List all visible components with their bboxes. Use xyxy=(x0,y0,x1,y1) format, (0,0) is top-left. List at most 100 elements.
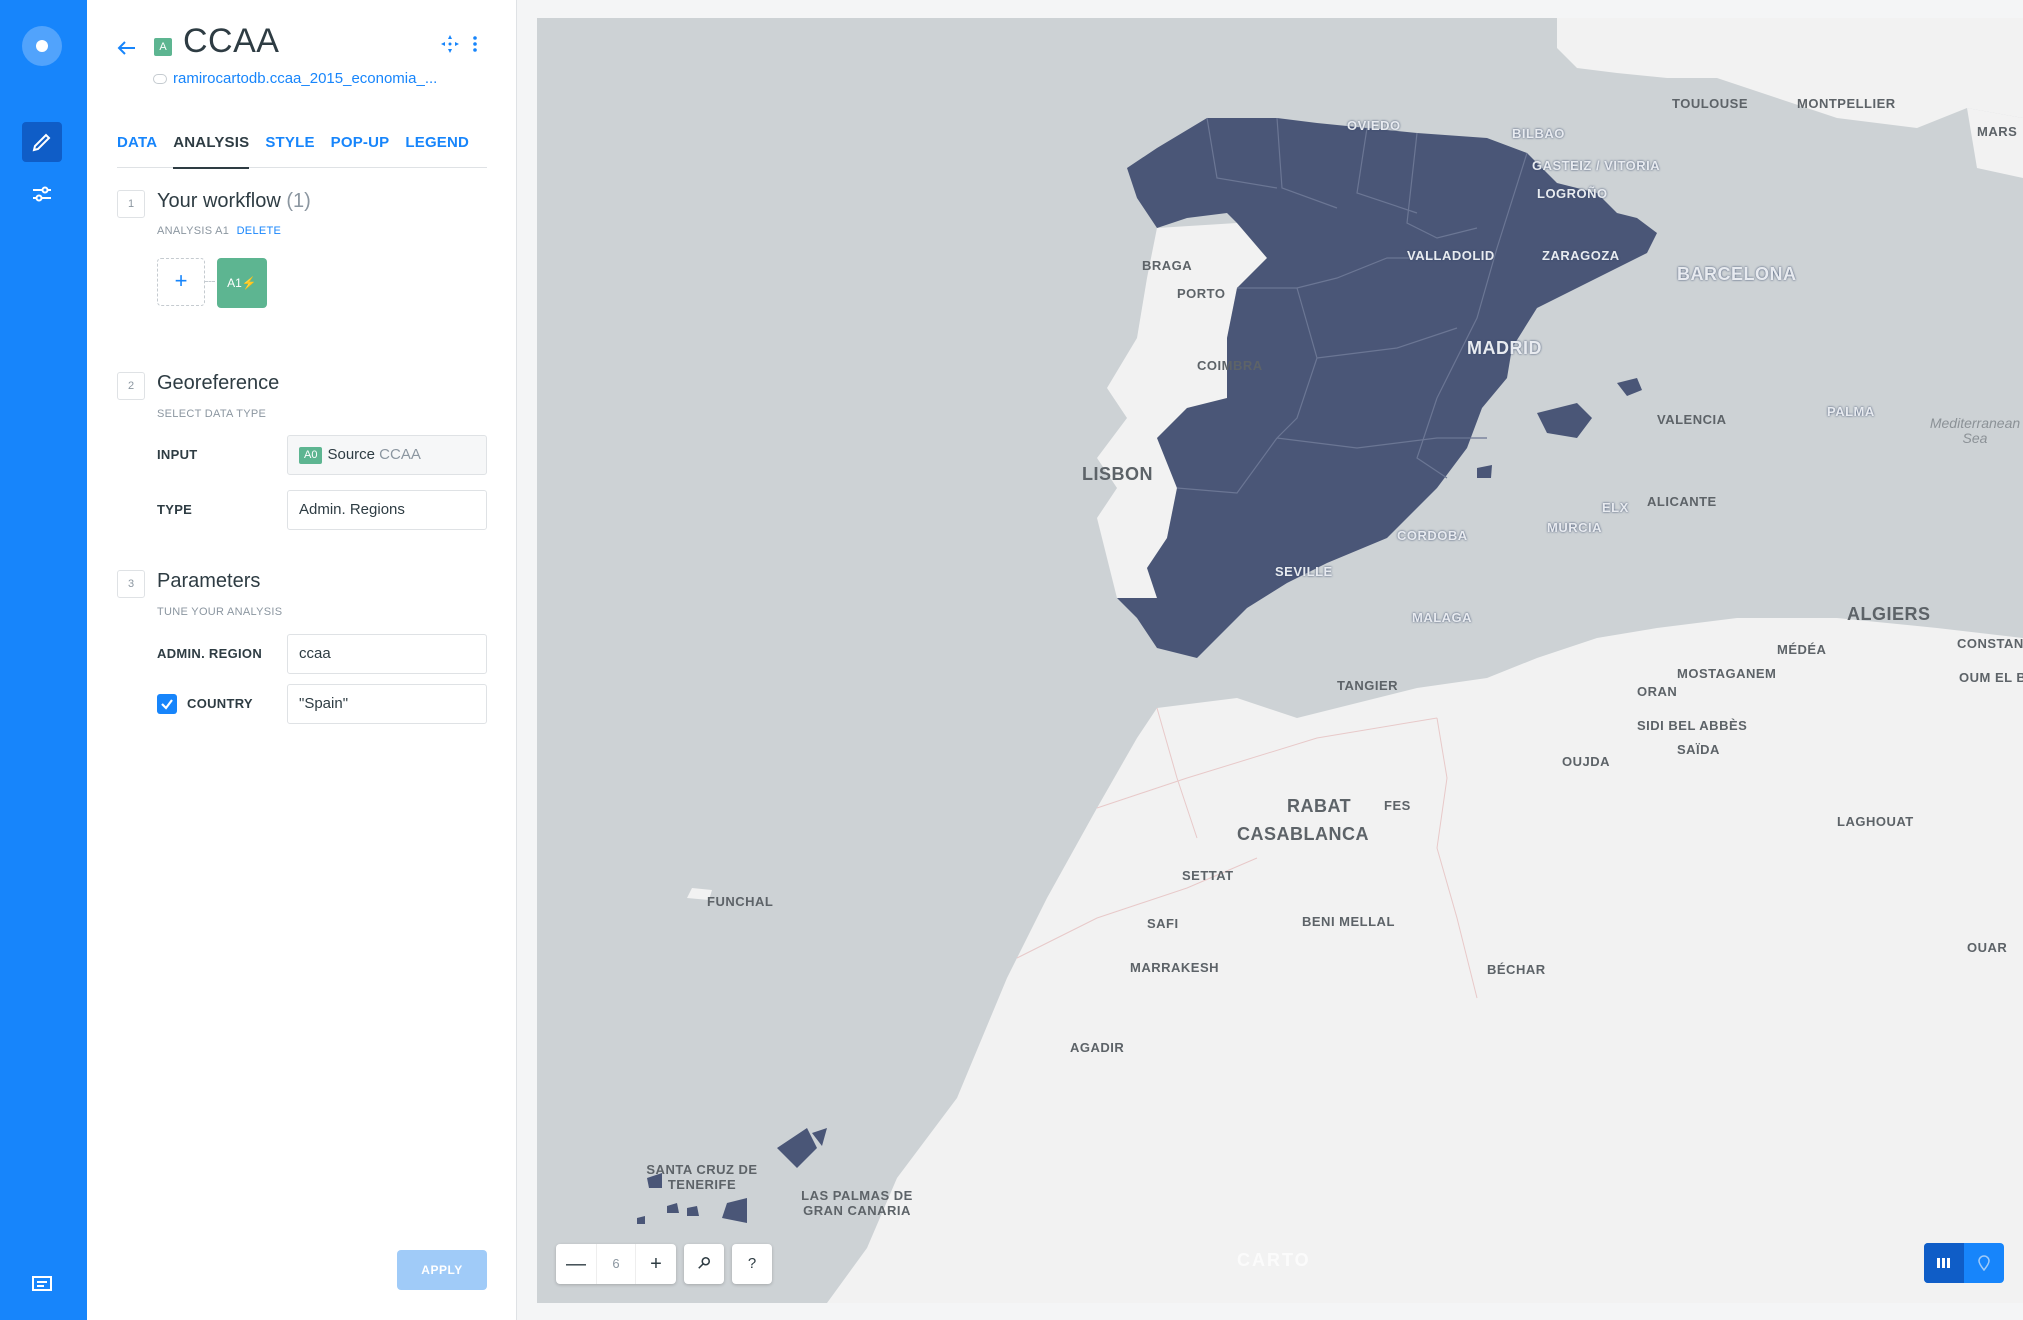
input-label: INPUT xyxy=(157,447,198,462)
city-label: MARS xyxy=(1977,124,2018,139)
city-label: VALENCIA xyxy=(1657,412,1727,427)
city-label: PALMA xyxy=(1827,404,1875,419)
city-label: SEVILLE xyxy=(1275,564,1333,579)
step-number: 3 xyxy=(117,570,145,598)
city-label: MALAGA xyxy=(1412,610,1473,625)
zoom-in-button[interactable]: + xyxy=(636,1244,676,1284)
city-label: SAFI xyxy=(1147,916,1179,931)
city-label: BÉCHAR xyxy=(1487,962,1546,977)
city-label: BENI MELLAL xyxy=(1302,914,1395,929)
zoom-control: — 6 + xyxy=(556,1244,676,1284)
city-label: LAS PALMAS DE GRAN CANARIA xyxy=(801,1188,913,1218)
admin-region-input[interactable]: ccaa xyxy=(287,634,487,674)
parameters-subtitle: TUNE YOUR ANALYSIS xyxy=(157,606,283,618)
layer-letter-badge: A xyxy=(154,38,172,56)
view-mode-toggle xyxy=(1924,1243,2004,1283)
lightning-icon: ⚡ xyxy=(241,276,257,290)
help-button[interactable]: ? xyxy=(732,1244,772,1284)
search-icon[interactable] xyxy=(684,1244,724,1284)
map-canvas[interactable]: TOULOUSE MONTPELLIER MARS OVIEDO BILBAO … xyxy=(537,18,2023,1303)
tab-style[interactable]: STYLE xyxy=(265,134,314,168)
city-label: OUM EL BO xyxy=(1959,670,2023,685)
city-label: MADRID xyxy=(1467,338,1542,358)
city-label: TANGIER xyxy=(1337,678,1399,693)
add-analysis-button[interactable]: + xyxy=(157,258,205,306)
city-label: BARCELONA xyxy=(1677,264,1797,284)
type-select[interactable]: Admin. Regions xyxy=(287,490,487,530)
more-options-icon[interactable] xyxy=(472,34,478,59)
settings-sliders-icon[interactable] xyxy=(22,174,62,214)
city-label: VALLADOLID xyxy=(1407,248,1495,263)
back-arrow-icon[interactable] xyxy=(115,36,139,60)
admin-region-label: ADMIN. REGION xyxy=(157,646,263,661)
city-label: PORTO xyxy=(1177,286,1226,301)
city-label: SANTA CRUZ DE TENERIFE xyxy=(646,1162,758,1192)
zoom-level: 6 xyxy=(596,1244,636,1284)
parameters-title: Parameters xyxy=(157,570,261,592)
dataset-source-text[interactable]: ramirocartodb.ccaa_2015_economia_... xyxy=(173,70,437,87)
edit-pencil-icon[interactable] xyxy=(22,122,62,162)
city-label: MONTPELLIER xyxy=(1797,96,1896,111)
city-label: OUAR xyxy=(1967,940,2008,955)
tab-legend[interactable]: LEGEND xyxy=(405,134,469,168)
city-label: CONSTANT xyxy=(1957,636,2023,651)
city-label: BRAGA xyxy=(1142,258,1193,273)
dataset-source-link[interactable]: ramirocartodb.ccaa_2015_economia_... xyxy=(153,70,437,87)
table-view-icon[interactable] xyxy=(1924,1243,1964,1283)
city-label: ALICANTE xyxy=(1647,494,1717,509)
country-label: COUNTRY xyxy=(187,696,253,711)
analysis-caption: ANALYSIS A1 DELETE xyxy=(157,225,281,237)
link-icon xyxy=(153,73,167,84)
georeference-title: Georeference xyxy=(157,372,280,394)
sea-label: Mediterranean Sea xyxy=(1929,415,2021,446)
center-map-icon[interactable] xyxy=(440,34,460,59)
input-source-field: A0 Source CCAA xyxy=(287,435,487,475)
city-label: FUNCHAL xyxy=(707,894,774,909)
city-label: BILBAO xyxy=(1512,126,1565,141)
delete-analysis-link[interactable]: DELETE xyxy=(237,225,282,237)
city-label: ALGIERS xyxy=(1847,604,1931,624)
city-label: MURCIA xyxy=(1547,520,1602,535)
city-label: SAÏDA xyxy=(1677,742,1720,757)
city-label: GASTEIZ / VITORIA xyxy=(1532,158,1661,173)
city-label: CASABLANCA xyxy=(1237,824,1369,844)
step-number: 2 xyxy=(117,372,145,400)
city-label: MARRAKESH xyxy=(1130,960,1219,975)
chat-feedback-icon[interactable] xyxy=(22,1264,62,1304)
analysis-node-a1[interactable]: A1⚡ xyxy=(217,258,267,308)
basemap xyxy=(537,18,2023,1303)
step-number: 1 xyxy=(117,190,145,218)
carto-logo-icon[interactable] xyxy=(22,26,62,66)
country-checkbox[interactable] xyxy=(157,694,177,714)
city-label: ELX xyxy=(1602,500,1629,515)
layer-title[interactable]: CCAA xyxy=(183,22,279,61)
city-label: OUJDA xyxy=(1562,754,1611,769)
zoom-out-button[interactable]: — xyxy=(556,1244,596,1284)
city-label: LISBON xyxy=(1082,464,1154,484)
map-pin-icon[interactable] xyxy=(1964,1243,2004,1283)
source-layer-name: CCAA xyxy=(379,446,421,463)
tab-popup[interactable]: POP-UP xyxy=(331,134,390,168)
city-label: RABAT xyxy=(1287,796,1352,816)
analysis-label: ANALYSIS A1 xyxy=(157,225,230,237)
type-label: TYPE xyxy=(157,502,193,517)
georeference-subtitle: SELECT DATA TYPE xyxy=(157,408,267,420)
layer-editor-panel: A CCAA ramirocartodb.ccaa_2015_economia_… xyxy=(87,0,517,1320)
city-label: SIDI BEL ABBÈS xyxy=(1637,718,1748,733)
city-label: CORDOBA xyxy=(1397,528,1468,543)
analysis-node-label: A1 xyxy=(227,276,242,290)
city-label: AGADIR xyxy=(1070,1040,1125,1055)
country-input[interactable]: "Spain" xyxy=(287,684,487,724)
map-controls: — 6 + ? xyxy=(556,1244,772,1284)
city-label: ORAN xyxy=(1637,684,1678,699)
tab-data[interactable]: DATA xyxy=(117,134,157,168)
city-label: MÉDÉA xyxy=(1777,642,1827,657)
city-label: LAGHOUAT xyxy=(1837,814,1914,829)
city-label: SETTAT xyxy=(1182,868,1234,883)
city-label: TOULOUSE xyxy=(1672,96,1748,111)
city-label: LOGROÑO xyxy=(1537,186,1608,201)
apply-button[interactable]: APPLY xyxy=(397,1250,487,1290)
tab-analysis[interactable]: ANALYSIS xyxy=(173,134,250,169)
app-nav-rail xyxy=(0,0,87,1320)
workflow-count: (1) xyxy=(286,190,311,212)
